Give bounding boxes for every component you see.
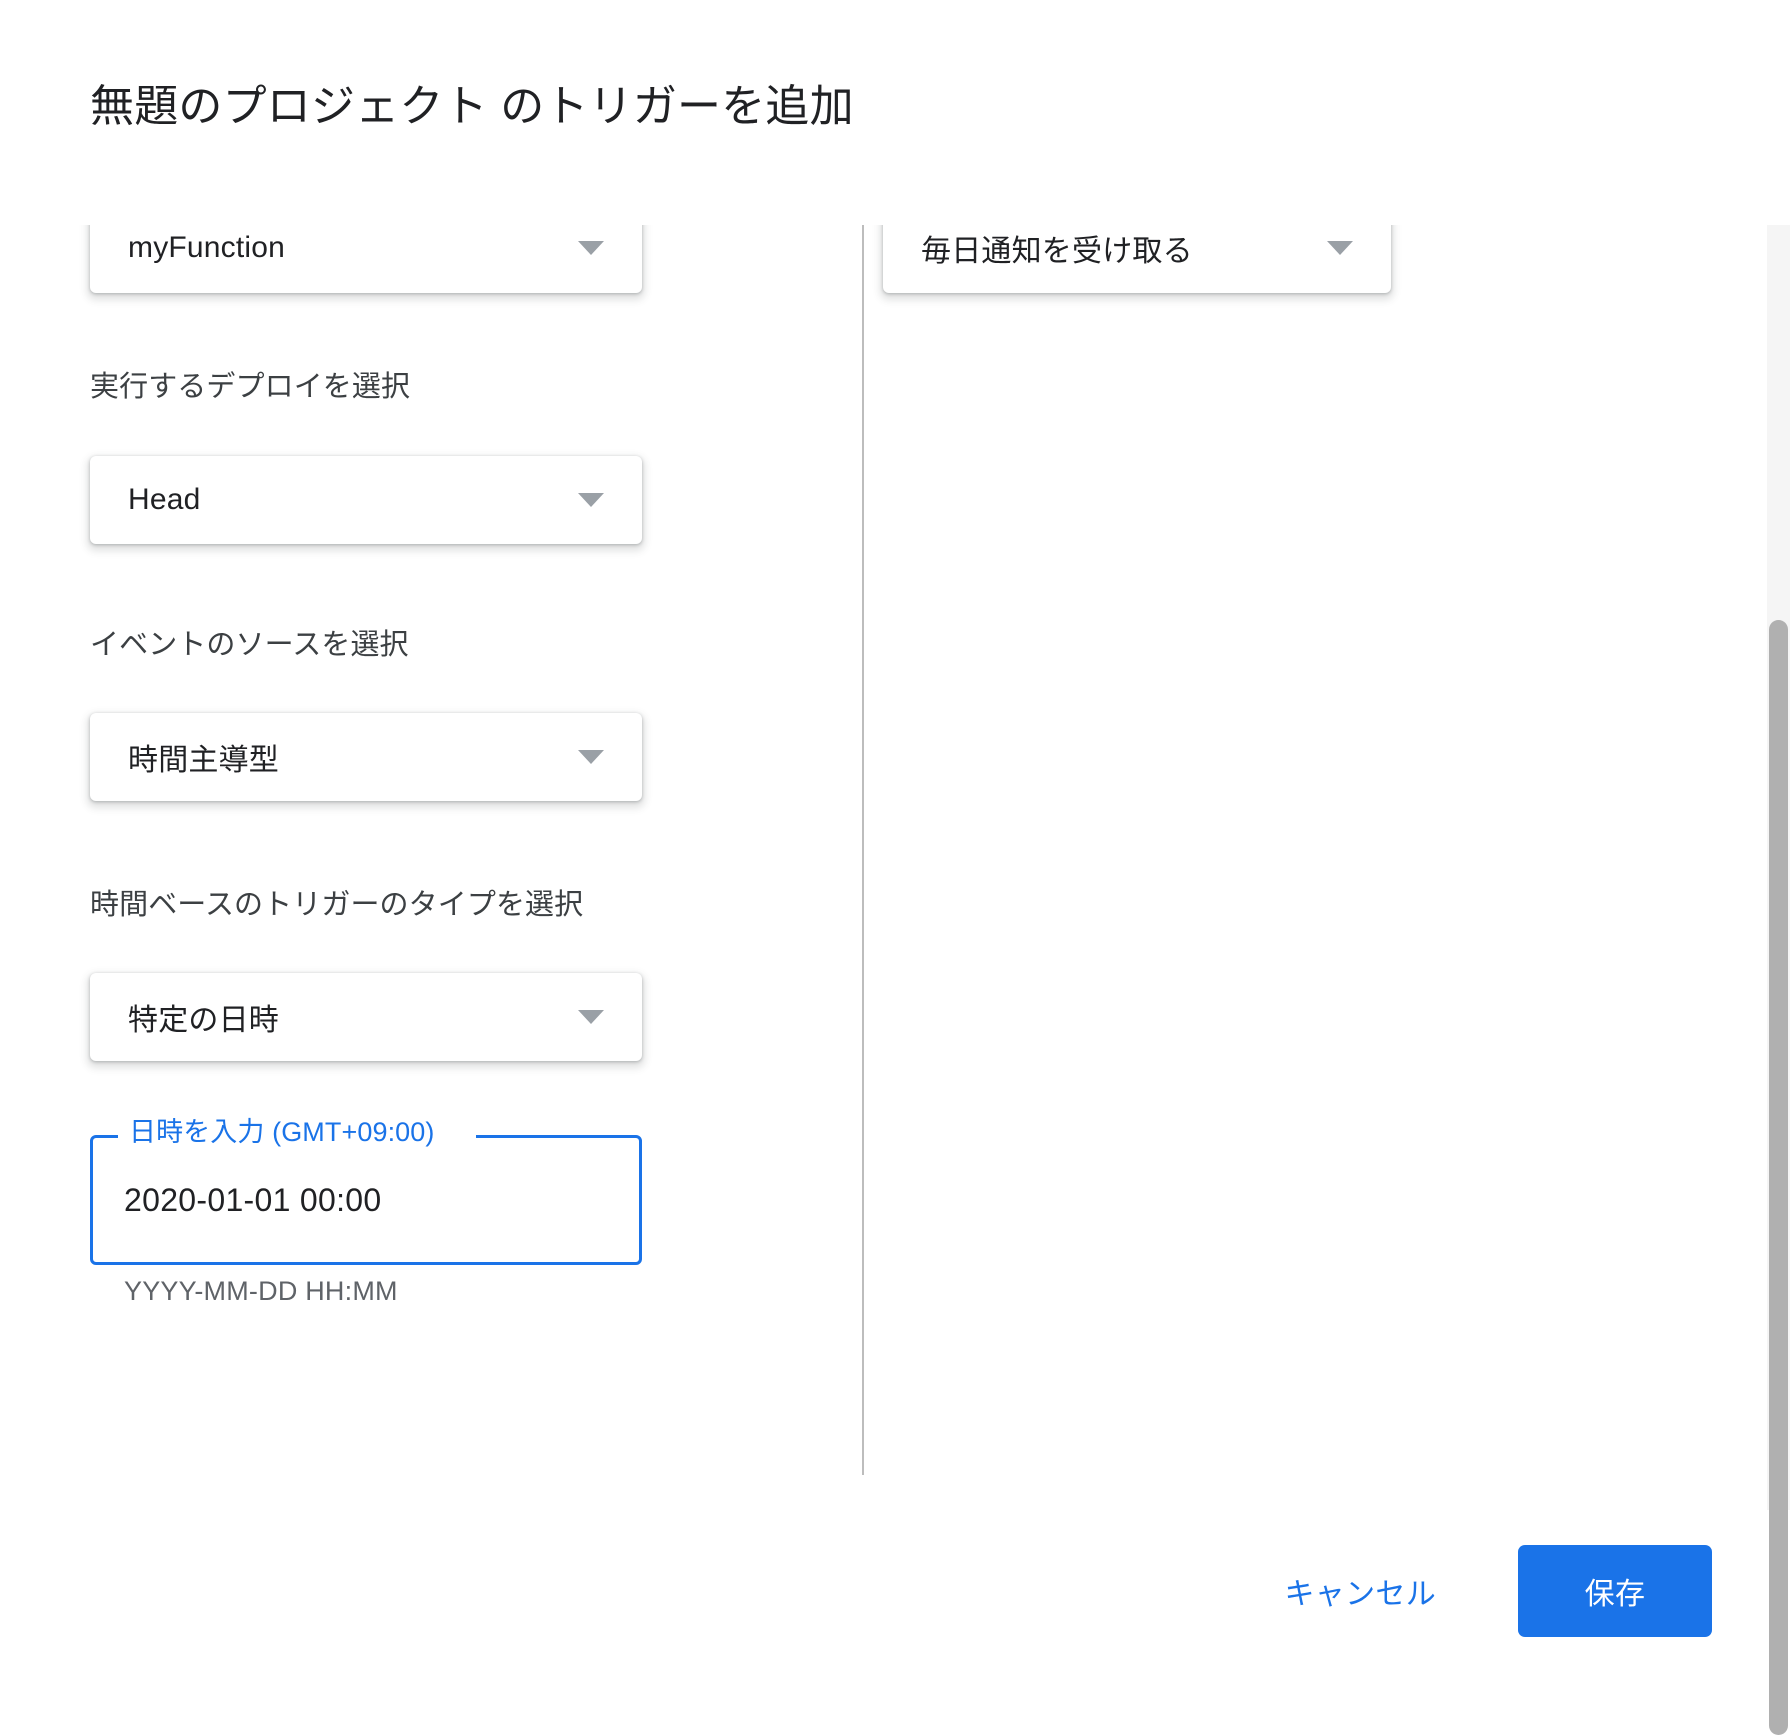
column-divider [862,225,864,1475]
notification-select[interactable]: 毎日通知を受け取る [883,225,1391,293]
time-trigger-type-select[interactable]: 特定の日時 [90,973,642,1061]
notification-select-value: 毎日通知を受け取る [921,235,1193,268]
left-column: myFunction 実行するデプロイを選択 Head イベントのソースを選択 … [0,225,862,1505]
time-trigger-type-select-value: 特定の日時 [128,1004,279,1037]
form-columns: myFunction 実行するデプロイを選択 Head イベントのソースを選択 … [0,225,1790,1505]
chevron-down-icon [578,493,604,507]
vertical-scrollbar-thumb[interactable] [1769,620,1788,1735]
deploy-select-value: Head [128,483,201,516]
datetime-field[interactable]: 日時を入力 (GMT+09:00) [90,1117,642,1265]
page-title: 無題のプロジェクト のトリガーを追加 [90,82,854,131]
save-button[interactable]: 保存 [1518,1545,1712,1637]
chevron-down-icon [1327,241,1353,255]
event-source-select[interactable]: 時間主導型 [90,713,642,801]
datetime-input[interactable] [90,1135,642,1265]
add-trigger-dialog: 無題のプロジェクト のトリガーを追加 myFunction 実行するデプロイを選… [0,0,1790,1735]
chevron-down-icon [578,750,604,764]
time-trigger-type-select-label: 時間ベースのトリガーのタイプを選択 [90,889,584,921]
function-select-value: myFunction [128,231,286,264]
function-select[interactable]: myFunction [90,225,642,293]
event-source-select-label: イベントのソースを選択 [90,629,409,661]
dialog-actions: キャンセル 保存 [1261,1545,1712,1637]
event-source-select-value: 時間主導型 [128,744,279,777]
chevron-down-icon [578,241,604,255]
deploy-select[interactable]: Head [90,456,642,544]
deploy-select-label: 実行するデプロイを選択 [90,371,411,403]
datetime-field-hint: YYYY-MM-DD HH:MM [124,1276,398,1306]
chevron-down-icon [578,1010,604,1024]
cancel-button[interactable]: キャンセル [1261,1549,1461,1633]
dialog-scroll-area: myFunction 実行するデプロイを選択 Head イベントのソースを選択 … [0,225,1790,1505]
right-column: 毎日通知を受け取る [863,225,1723,1505]
vertical-scrollbar-track[interactable] [1767,225,1790,1735]
